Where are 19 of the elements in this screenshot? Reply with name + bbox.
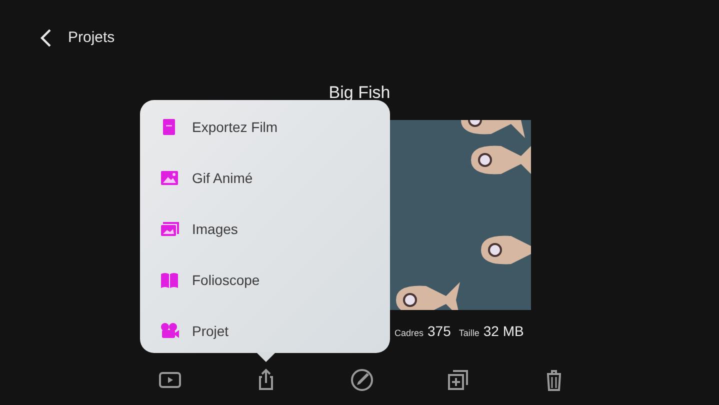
back-button[interactable]: Projets <box>40 28 115 48</box>
popover-arrow <box>256 352 276 362</box>
menu-item[interactable]: Folioscope <box>140 254 390 305</box>
stat-value: 32 MB <box>483 323 524 339</box>
image-icon <box>160 168 179 186</box>
menu-item[interactable]: Exportez Film <box>140 101 390 152</box>
menu-item[interactable]: Images <box>140 203 390 254</box>
camera-icon <box>160 322 179 340</box>
edit-button[interactable] <box>348 367 374 393</box>
menu-item[interactable]: Projet <box>140 305 390 356</box>
stat-label: Cadres <box>394 328 424 338</box>
duplicate-icon <box>446 368 470 392</box>
images-icon <box>160 220 179 238</box>
menu-item[interactable]: Gif Animé <box>140 152 390 203</box>
book-icon <box>160 270 179 288</box>
pencil-icon <box>350 368 374 392</box>
stat-label: Taille <box>458 328 480 338</box>
back-icon <box>40 28 52 48</box>
stat-value: 375 <box>428 323 451 339</box>
